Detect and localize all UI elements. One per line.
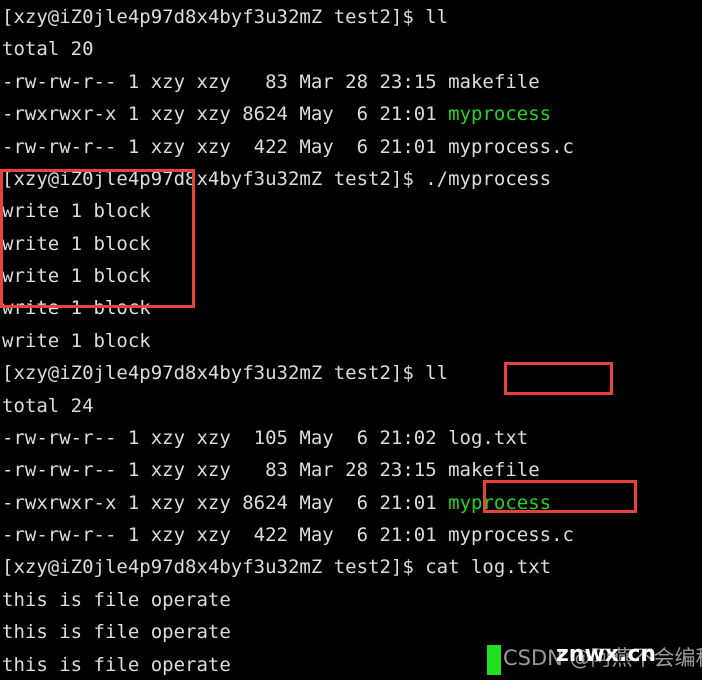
terminal-text: -rw-rw-r-- 1 xzy xzy 422 May 6 21:01 myp…	[2, 524, 574, 546]
terminal-line: this is file operate	[2, 616, 702, 648]
terminal-text: total 20	[2, 38, 94, 61]
terminal-line: -rw-rw-r-- 1 xzy xzy 105 May 6 21:02 log…	[2, 422, 702, 454]
terminal-text: write 1 block	[2, 329, 151, 352]
terminal-line: -rw-rw-r-- 1 xzy xzy 422 May 6 21:01 myp…	[2, 519, 702, 551]
terminal-text: [xzy@iZ0jle4p97d8x4byf3u32mZ test2]$ ./m…	[2, 167, 552, 190]
terminal-text: total 24	[2, 394, 94, 417]
terminal-text: this is file operate	[2, 653, 231, 676]
terminal-line: -rw-rw-r-- 1 xzy xzy 422 May 6 21:01 myp…	[2, 131, 702, 163]
terminal-output: [xzy@iZ0jle4p97d8x4byf3u32mZ test2]$ ll t…	[2, 1, 702, 680]
terminal-line: this is file operate	[2, 649, 702, 680]
terminal-line: write 1 block	[2, 228, 702, 260]
terminal-line: -rw-rw-r-- 1 xzy xzy 83 Mar 28 23:15 mak…	[2, 66, 702, 98]
terminal-text: this is file operate	[2, 621, 231, 644]
terminal-text: [xzy@iZ0jle4p97d8x4byf3u32mZ test2]$ ll	[2, 6, 449, 28]
terminal-text: [xzy@iZ0jle4p97d8x4byf3u32mZ test2]$ ll	[2, 362, 449, 385]
terminal-window[interactable]: [xzy@iZ0jle4p97d8x4byf3u32mZ test2]$ ll t…	[0, 0, 702, 680]
terminal-text: -rw-rw-r-- 1 xzy xzy 422 May 6 21:01 myp…	[2, 135, 574, 158]
terminal-line: write 1 block	[2, 292, 702, 324]
terminal-line: -rwxrwxr-x 1 xzy xzy 8624 May 6 21:01 my…	[2, 98, 702, 130]
terminal-line: -rw-rw-r-- 1 xzy xzy 83 Mar 28 23:15 mak…	[2, 454, 702, 486]
terminal-text: write 1 block	[2, 200, 151, 223]
terminal-text: -rw-rw-r-- 1 xzy xzy 83 Mar 28 23:15 mak…	[2, 459, 540, 482]
terminal-line: write 1 block	[2, 260, 702, 292]
terminal-text: -rwxrwxr-x 1 xzy xzy 8624 May 6 21:01	[2, 491, 449, 514]
terminal-line: total 24	[2, 390, 702, 422]
terminal-text: write 1 block	[2, 265, 151, 287]
terminal-line: this is file operate	[2, 584, 702, 616]
terminal-line: [xzy@iZ0jle4p97d8x4byf3u32mZ test2]$ ll	[2, 357, 702, 389]
executable-filename: myprocess	[448, 103, 552, 126]
terminal-line: [xzy@iZ0jle4p97d8x4byf3u32mZ test2]$ ./m…	[2, 163, 702, 195]
terminal-line: -rwxrwxr-x 1 xzy xzy 8624 May 6 21:01 my…	[2, 487, 702, 519]
terminal-text: -rwxrwxr-x 1 xzy xzy 8624 May 6 21:01	[2, 103, 449, 126]
terminal-text: -rw-rw-r-- 1 xzy xzy 83 Mar 28 23:15 mak…	[2, 70, 540, 93]
terminal-text: this is file operate	[2, 588, 231, 611]
executable-filename: myprocess	[448, 491, 552, 514]
terminal-line: total 20	[2, 33, 702, 65]
terminal-text: write 1 block	[2, 297, 151, 320]
terminal-line: [xzy@iZ0jle4p97d8x4byf3u32mZ test2]$ cat…	[2, 551, 702, 583]
terminal-line: write 1 block	[2, 195, 702, 227]
terminal-line: write 1 block	[2, 325, 702, 357]
terminal-cursor	[487, 645, 501, 675]
terminal-text: write 1 block	[2, 232, 151, 255]
terminal-text: [xzy@iZ0jle4p97d8x4byf3u32mZ test2]$ cat…	[2, 556, 552, 579]
terminal-line: [xzy@iZ0jle4p97d8x4byf3u32mZ test2]$ ll	[2, 1, 702, 33]
terminal-text: -rw-rw-r-- 1 xzy xzy 105 May 6 21:02 log…	[2, 426, 529, 449]
